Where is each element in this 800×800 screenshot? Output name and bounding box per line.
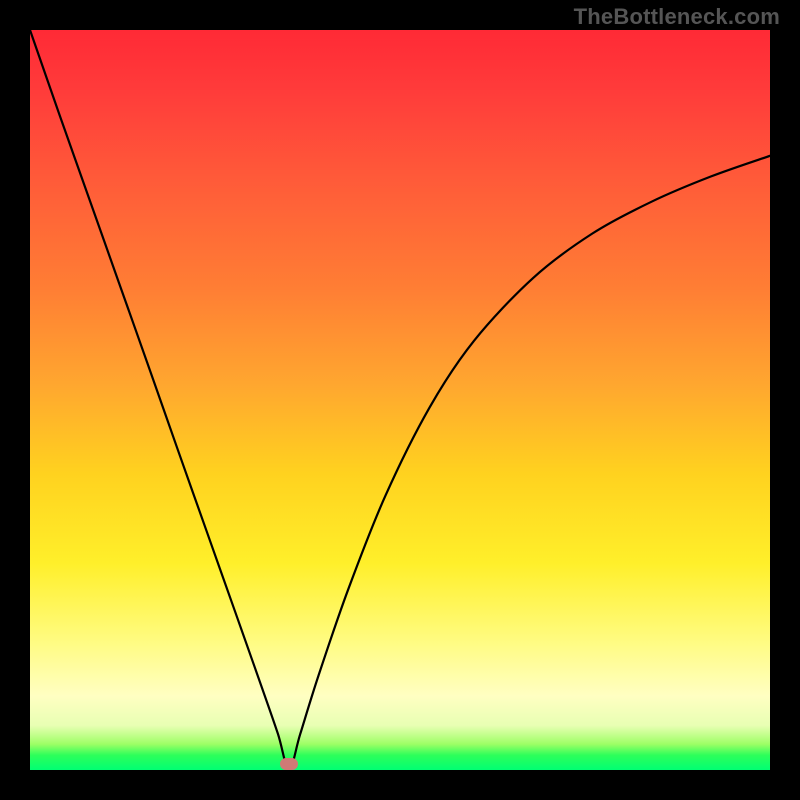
watermark-text: TheBottleneck.com [574, 4, 780, 30]
minimum-marker [280, 758, 298, 770]
plot-area [30, 30, 770, 770]
chart-frame: TheBottleneck.com [0, 0, 800, 800]
bottleneck-curve [30, 30, 770, 770]
